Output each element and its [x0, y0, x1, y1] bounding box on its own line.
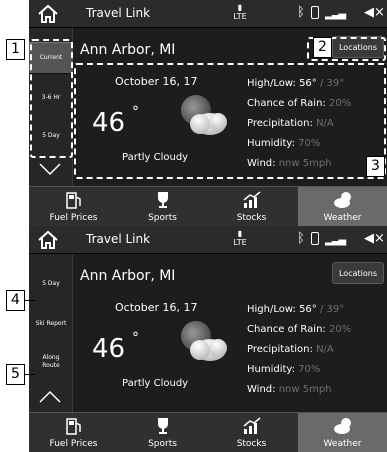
city-name: Ann Arbor, MI [80, 42, 176, 58]
app-title: Travel Link [86, 6, 151, 20]
tab-bar: Fuel Prices Sports Stocks Weather [29, 412, 387, 452]
precipitation-row: Precipitation: N/A [247, 344, 334, 355]
trophy-icon [158, 192, 168, 208]
weather-condition: Partly Cloudy [122, 378, 189, 389]
tab-fuel-prices[interactable]: Fuel Prices [29, 187, 118, 226]
city-name: Ann Arbor, MI [80, 268, 176, 284]
callout-5: 5 [6, 364, 25, 385]
phone-icon [311, 232, 319, 245]
lte-icon: ▮ LTE [233, 3, 247, 21]
travel-link-screen-2: Travel Link ▮ LTE ᛒ ▂▃▄ ◀× 5 Day Ski Repo… [29, 226, 387, 452]
bluetooth-icon: ᛒ [297, 231, 305, 246]
high-low-row: High/Low: 56° / 39° [247, 304, 345, 315]
humidity-row: Humidity: 70% [247, 364, 321, 375]
home-icon[interactable] [37, 229, 59, 251]
tab-bar: Fuel Prices Sports Stocks Weather [29, 186, 387, 226]
tab-weather[interactable]: Weather [298, 187, 387, 226]
wind-row: Wind: nnw 5mph [247, 384, 332, 395]
status-bar: Travel Link ▮ LTE ᛒ ▂▃▄ ◀× [29, 0, 387, 28]
cloud-sun-icon [334, 192, 351, 208]
signal-icon: ▂▃▄ [325, 235, 346, 246]
callout-4-leader [25, 300, 35, 301]
tab-weather[interactable]: Weather [298, 413, 387, 452]
lte-icon: ▮ LTE [233, 229, 247, 247]
locations-button[interactable]: Locations [332, 262, 384, 284]
callout-2: 2 [313, 37, 332, 58]
weather-side-menu: 5 Day Ski Report Along Route [29, 254, 73, 412]
tab-fuel-prices[interactable]: Fuel Prices [29, 413, 118, 452]
side-item-ski-report[interactable]: Ski Report [29, 308, 73, 340]
phone-icon [311, 6, 319, 19]
trophy-icon [158, 418, 168, 434]
tab-sports[interactable]: Sports [118, 413, 207, 452]
cloud-sun-icon [334, 418, 351, 434]
side-menu-highlight [30, 39, 73, 158]
rain-row: Chance of Rain: 20% [247, 324, 352, 335]
details-highlight [74, 63, 386, 179]
tab-stocks[interactable]: Stocks [207, 187, 296, 226]
side-item-along-route[interactable]: Along Route [29, 346, 73, 378]
chart-icon [243, 417, 261, 434]
mute-icon[interactable]: ◀× [364, 5, 385, 20]
bluetooth-icon: ᛒ [297, 5, 305, 20]
callout-4: 4 [6, 290, 25, 311]
chevron-up-icon[interactable] [38, 390, 62, 404]
status-bar: Travel Link ▮ LTE ᛒ ▂▃▄ ◀× [29, 226, 387, 254]
partly-cloudy-icon [181, 321, 227, 361]
fuel-pump-icon [66, 418, 81, 435]
side-item-5-day[interactable]: 5 Day [29, 268, 73, 300]
chevron-down-icon[interactable] [38, 162, 62, 176]
callout-5-leader [25, 374, 35, 375]
tab-sports[interactable]: Sports [118, 187, 207, 226]
mute-icon[interactable]: ◀× [364, 231, 385, 246]
signal-icon: ▂▃▄ [325, 9, 346, 20]
forecast-date: October 16, 17 [115, 301, 198, 314]
degree-symbol: ° [132, 330, 139, 346]
home-icon[interactable] [37, 3, 59, 25]
current-temperature: 46 [92, 334, 126, 364]
weather-details: High/Low: 56° / 39° Chance of Rain: 20% … [247, 300, 351, 400]
callout-3: 3 [366, 156, 385, 177]
callout-1: 1 [6, 39, 25, 60]
fuel-pump-icon [66, 192, 81, 209]
app-title: Travel Link [86, 232, 151, 246]
chart-icon [243, 191, 261, 208]
tab-stocks[interactable]: Stocks [207, 413, 296, 452]
